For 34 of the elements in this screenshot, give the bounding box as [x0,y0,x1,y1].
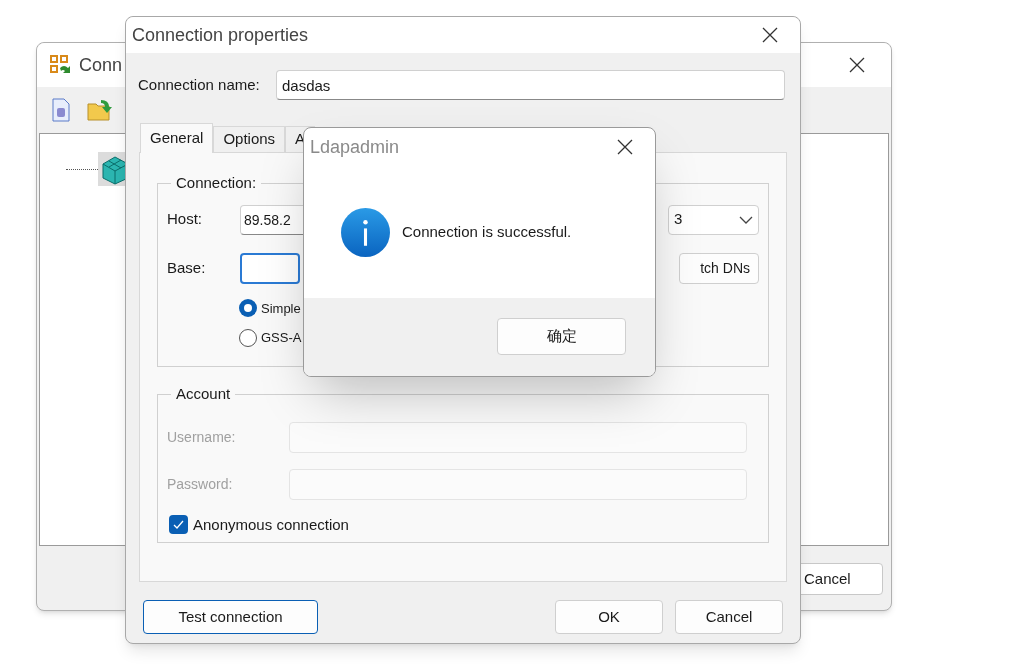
version-dropdown[interactable]: 3 [668,204,759,235]
dialog-button[interactable]: OK [555,600,663,634]
window-title: Connection properties [132,23,309,47]
connection-name-field[interactable]: dasdas [276,70,785,100]
ok-button[interactable]: 确定 [497,318,626,355]
dialog-button[interactable]: Cancel [675,600,783,634]
field-label: Username: [167,427,237,447]
group-title: Connection: [175,173,258,193]
radio-button[interactable] [239,299,257,318]
radio-label: Simple [261,299,301,318]
base-field[interactable] [240,252,300,284]
close-icon[interactable] [762,27,778,43]
close-icon[interactable] [849,57,865,73]
fetch-dns-button[interactable]: tch DNs [679,252,759,284]
window-title: Conn [79,53,123,77]
field-label: Connection name: [138,74,261,95]
message-text: Connection is successful. [402,221,572,242]
field-label: Host: [167,209,203,230]
field-label: Base: [167,257,207,278]
tab[interactable]: Options [213,126,286,152]
dialog-button[interactable]: Test connection [143,600,318,634]
chevron-icon [739,215,753,224]
tab[interactable]: General [140,123,214,153]
app-icon [49,54,71,76]
info-icon [341,207,390,257]
radio-button[interactable] [239,328,257,347]
radio-label: GSS-A [261,329,302,347]
close-icon[interactable] [617,139,633,155]
field-label: Password: [167,474,234,494]
checkbox-label: Anonymous connection [193,514,349,535]
group-title: Account [175,384,232,404]
document-icon[interactable] [51,98,71,122]
check-icon [173,520,184,530]
folder-icon[interactable] [87,98,113,122]
